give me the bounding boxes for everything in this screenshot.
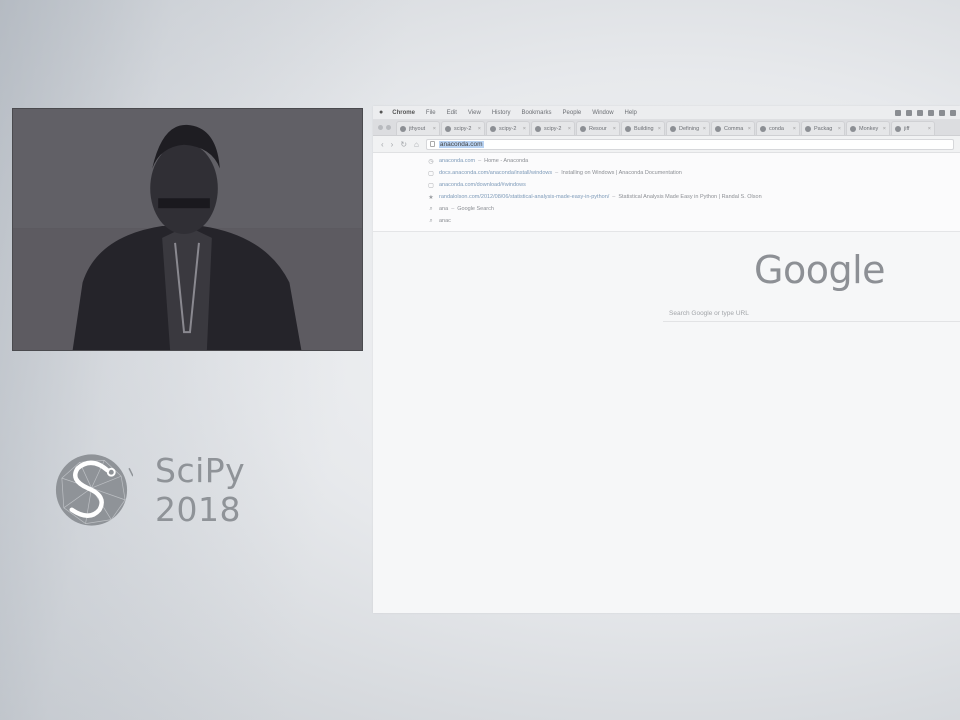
close-tab-icon[interactable]: ×: [568, 126, 571, 132]
omnibox-input[interactable]: anaconda.com: [425, 138, 954, 150]
menu-window[interactable]: Window: [592, 110, 613, 116]
menu-help[interactable]: Help: [625, 110, 637, 116]
status-icon[interactable]: [950, 109, 956, 116]
page-icon: [760, 125, 766, 132]
browser-tab[interactable]: Resour ×: [576, 121, 620, 135]
close-tab-icon[interactable]: ×: [748, 126, 751, 132]
browser-tab[interactable]: scipy-2 ×: [486, 121, 530, 135]
menu-history[interactable]: History: [492, 110, 511, 116]
back-icon[interactable]: ‹: [381, 140, 384, 149]
browser-tab[interactable]: jthyout ×: [396, 121, 440, 135]
minimize-window-button[interactable]: [386, 125, 391, 130]
search-icon: ⌕: [429, 217, 433, 224]
menu-people[interactable]: People: [563, 110, 582, 116]
suggestion-item[interactable]: ▢ docs.anaconda.com/anaconda/install/win…: [373, 167, 960, 179]
speaker-webcam-video: [12, 108, 363, 351]
close-tab-icon[interactable]: ×: [658, 126, 661, 132]
star-icon: ★: [428, 194, 434, 201]
menu-bar-status-icons: [895, 109, 960, 116]
close-tab-icon[interactable]: ×: [883, 126, 886, 132]
github-icon: [490, 125, 496, 132]
omnibox-suggestions: ◷ anaconda.com – Home - Anaconda ▢ docs.…: [373, 153, 960, 232]
scipy-branding: SciPy 2018: [50, 450, 340, 530]
close-tab-icon[interactable]: ×: [523, 126, 526, 132]
google-logo: Google: [754, 248, 886, 292]
home-icon[interactable]: ⌂: [414, 140, 419, 149]
github-icon: [400, 125, 406, 132]
suggestion-item[interactable]: ★ randalolson.com/2012/08/06/statistical…: [373, 191, 960, 203]
apple-icon[interactable]: ●: [379, 109, 383, 116]
status-icon[interactable]: [895, 109, 901, 116]
suggestion-item[interactable]: ⌕ ana – Google Search: [373, 203, 960, 215]
window-controls: [375, 125, 396, 135]
page-icon: [580, 125, 586, 132]
browser-tab[interactable]: jiff ×: [891, 121, 935, 135]
menu-chrome[interactable]: Chrome: [392, 110, 415, 116]
page-icon: [670, 125, 676, 132]
browser-tab[interactable]: Packag ×: [801, 121, 845, 135]
page-icon: [625, 125, 631, 132]
page-info-icon: [429, 141, 435, 147]
suggestion-item[interactable]: ◷ anaconda.com – Home - Anaconda: [373, 155, 960, 167]
status-icon[interactable]: [917, 109, 923, 116]
page-icon: [850, 125, 856, 132]
page-icon: [715, 125, 721, 132]
python-icon: [805, 125, 811, 132]
browser-tab[interactable]: Defining ×: [666, 121, 710, 135]
github-icon: [445, 125, 451, 132]
menu-bookmarks[interactable]: Bookmarks: [522, 110, 552, 116]
google-search-input[interactable]: Search Google or type URL: [663, 308, 960, 322]
page-icon: ▢: [428, 182, 434, 189]
browser-tab[interactable]: Comma ×: [711, 121, 755, 135]
page-icon: ▢: [428, 170, 434, 177]
close-window-button[interactable]: [378, 125, 383, 130]
menu-view[interactable]: View: [468, 110, 481, 116]
close-tab-icon[interactable]: ×: [478, 126, 481, 132]
new-tab-page: Google Search Google or type URL: [373, 232, 960, 612]
suggestion-item[interactable]: ▢ anaconda.com/download/#windows: [373, 179, 960, 191]
menu-edit[interactable]: Edit: [447, 110, 457, 116]
status-icon[interactable]: [939, 109, 945, 116]
macos-menu-bar: ● Chrome File Edit View History Bookmark…: [373, 106, 960, 120]
suggestion-item[interactable]: ⌕ anac: [373, 215, 960, 227]
forward-icon[interactable]: ›: [391, 140, 394, 149]
close-tab-icon[interactable]: ×: [613, 126, 616, 132]
tab-strip: jthyout × scipy-2 × scipy-2 × scipy-2 × Reso…: [373, 120, 960, 136]
browser-tab[interactable]: scipy-2 ×: [531, 121, 575, 135]
status-icon[interactable]: [906, 109, 912, 116]
browser-tab[interactable]: Building ×: [621, 121, 665, 135]
github-icon: [895, 125, 901, 132]
menu-file[interactable]: File: [426, 110, 436, 116]
close-tab-icon[interactable]: ×: [838, 126, 841, 132]
scipy-2018-title: SciPy 2018: [155, 451, 246, 529]
close-tab-icon[interactable]: ×: [703, 126, 706, 132]
status-icon[interactable]: [928, 109, 934, 116]
omnibox-text: anaconda.com: [438, 140, 484, 148]
browser-tab[interactable]: conda ×: [756, 121, 800, 135]
github-icon: [535, 125, 541, 132]
scipy-logo-icon: [55, 454, 134, 526]
chrome-browser-window: ● Chrome File Edit View History Bookmark…: [373, 106, 960, 613]
address-bar: ‹ › ↻ ⌂ anaconda.com: [373, 136, 960, 153]
close-tab-icon[interactable]: ×: [793, 126, 796, 132]
close-tab-icon[interactable]: ×: [433, 126, 436, 132]
clock-icon: ◷: [428, 158, 434, 165]
close-tab-icon[interactable]: ×: [928, 126, 931, 132]
browser-tab[interactable]: Monkey ×: [846, 121, 890, 135]
search-icon: ⌕: [429, 205, 433, 212]
browser-tab[interactable]: scipy-2 ×: [441, 121, 485, 135]
reload-icon[interactable]: ↻: [400, 140, 407, 149]
